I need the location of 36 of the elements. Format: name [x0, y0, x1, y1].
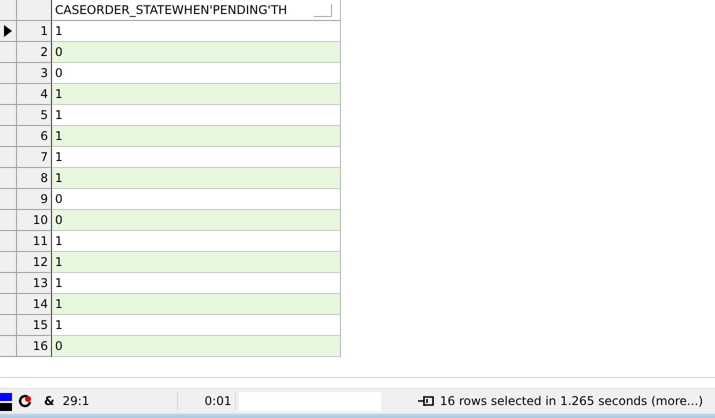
row-number: 5 [17, 105, 52, 126]
row-number: 13 [17, 273, 52, 294]
pin-icon [418, 395, 434, 407]
table-cell: 1 [52, 84, 340, 105]
corner-header-cell [0, 0, 17, 21]
row-number: 11 [17, 231, 52, 252]
row-number: 6 [17, 126, 52, 147]
current-row-icon [4, 25, 12, 37]
elapsed-time: 0:01 [178, 392, 236, 410]
row-number: 3 [17, 63, 52, 84]
table-cell: 1 [52, 252, 340, 273]
row-number: 8 [17, 168, 52, 189]
status-message[interactable]: 16 rows selected in 1.265 seconds (more...) [440, 392, 703, 410]
row-number: 7 [17, 147, 52, 168]
row-number: 2 [17, 42, 52, 63]
row-number-header [17, 0, 52, 21]
table-cell: 0 [52, 42, 340, 63]
row-number: 14 [17, 294, 52, 315]
table-cell: 1 [52, 126, 340, 147]
row-selector[interactable] [0, 21, 17, 42]
table-cell: 1 [52, 294, 340, 315]
row-number: 1 [17, 21, 52, 42]
table-cell: 0 [52, 336, 340, 357]
symbol-label: & [43, 393, 56, 410]
row-number: 15 [17, 315, 52, 336]
row-number: 12 [17, 252, 52, 273]
row-number: 4 [17, 84, 52, 105]
row-number: 16 [17, 336, 52, 357]
refresh-icon[interactable] [18, 394, 32, 408]
table-cell: 0 [52, 210, 340, 231]
color-swatch-icon[interactable] [0, 390, 12, 412]
cursor-position: 29:1 [58, 392, 178, 410]
row-number: 10 [17, 210, 52, 231]
column-menu-button[interactable] [314, 4, 332, 16]
table-cell: 1 [52, 168, 340, 189]
row-number: 9 [17, 189, 52, 210]
